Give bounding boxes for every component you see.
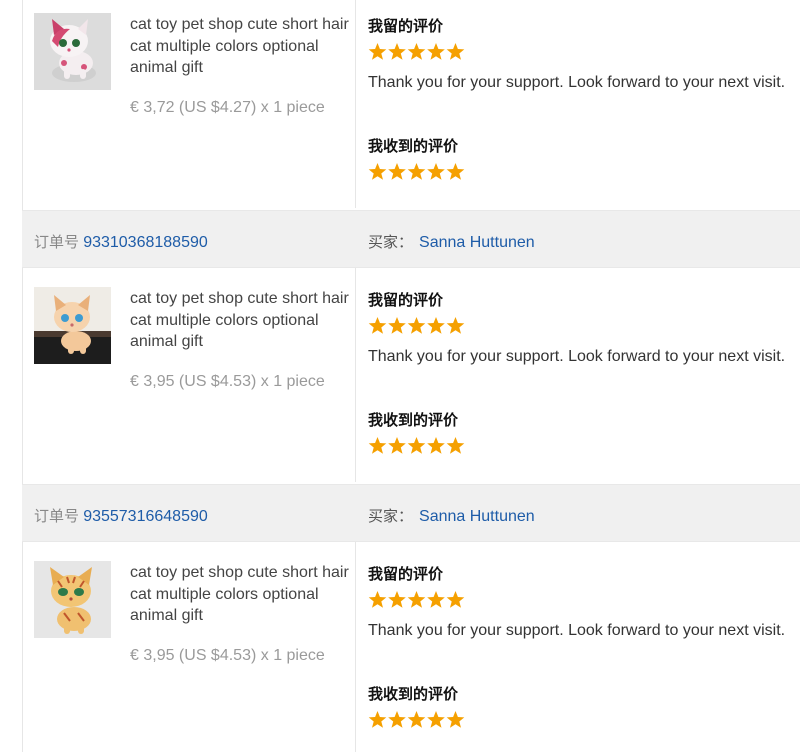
- left-review-stars: [368, 316, 466, 336]
- left-review-stars: [368, 590, 466, 610]
- star-icon: [368, 711, 387, 728]
- left-review-text: Thank you for your support. Look forward…: [368, 622, 786, 639]
- product-title-link[interactable]: cat toy pet shop cute short hair cat mul…: [130, 14, 350, 79]
- star-icon: [446, 163, 465, 180]
- star-icon: [427, 711, 445, 728]
- order-number-label: 订单号: [34, 234, 80, 251]
- star-icon: [427, 163, 445, 180]
- buyer-row: 买家： Sanna Huttunen: [368, 505, 535, 526]
- star-icon: [427, 43, 445, 60]
- left-review-stars: [368, 42, 466, 62]
- pink-white-cat-toy-icon: [34, 13, 111, 90]
- star-icon: [446, 711, 465, 728]
- order-review-list: cat toy pet shop cute short hair cat mul…: [0, 0, 800, 752]
- buyer-row: 买家： Sanna Huttunen: [368, 231, 535, 252]
- star-icon: [388, 591, 406, 608]
- product-thumbnail[interactable]: [34, 287, 111, 364]
- star-icon: [407, 317, 426, 334]
- order-number-label: 订单号: [34, 508, 80, 525]
- star-icon: [446, 591, 465, 608]
- left-review-heading: 我留的评价: [368, 566, 444, 583]
- star-icon: [407, 591, 426, 608]
- star-icon: [368, 591, 387, 608]
- star-icon: [368, 43, 387, 60]
- product-price: € 3,95 (US $4.53) x 1 piece: [130, 647, 325, 664]
- buyer-label: 买家：: [368, 234, 414, 251]
- buyer-name-link[interactable]: Sanna Huttunen: [419, 234, 535, 251]
- order-header: 订单号 93310368188590 买家： Sanna Huttunen: [22, 210, 800, 268]
- star-icon: [446, 317, 465, 334]
- star-icon: [446, 43, 465, 60]
- product-title-link[interactable]: cat toy pet shop cute short hair cat mul…: [130, 562, 350, 627]
- star-icon: [407, 437, 426, 454]
- received-review-stars: [368, 436, 466, 456]
- star-icon: [427, 591, 445, 608]
- star-icon: [388, 317, 406, 334]
- buyer-name-link[interactable]: Sanna Huttunen: [419, 508, 535, 525]
- product-thumbnail[interactable]: [34, 561, 111, 638]
- product-title-link[interactable]: cat toy pet shop cute short hair cat mul…: [130, 288, 350, 353]
- left-review-text: Thank you for your support. Look forward…: [368, 348, 786, 365]
- orange-cat-toy-icon: [34, 287, 111, 364]
- column-divider: [355, 268, 356, 482]
- star-icon: [427, 437, 445, 454]
- star-icon: [368, 437, 387, 454]
- left-review-heading: 我留的评价: [368, 18, 444, 35]
- order-number-link[interactable]: 93557316648590: [83, 508, 208, 525]
- star-icon: [427, 317, 445, 334]
- star-icon: [407, 163, 426, 180]
- order-number-row: 订单号 93557316648590: [34, 505, 208, 526]
- received-review-heading: 我收到的评价: [368, 138, 459, 155]
- column-divider: [355, 0, 356, 208]
- star-icon: [388, 163, 406, 180]
- product-thumbnail[interactable]: [34, 13, 111, 90]
- star-icon: [407, 43, 426, 60]
- tabby-cat-toy-icon: [34, 561, 111, 638]
- received-review-heading: 我收到的评价: [368, 412, 459, 429]
- star-icon: [388, 437, 406, 454]
- star-icon: [388, 43, 406, 60]
- list-left-border: [22, 0, 23, 752]
- order-header: 订单号 93557316648590 买家： Sanna Huttunen: [22, 484, 800, 542]
- order-number-row: 订单号 93310368188590: [34, 231, 208, 252]
- product-price: € 3,72 (US $4.27) x 1 piece: [130, 99, 325, 116]
- column-divider: [355, 542, 356, 752]
- star-icon: [407, 711, 426, 728]
- left-review-heading: 我留的评价: [368, 292, 444, 309]
- left-review-text: Thank you for your support. Look forward…: [368, 74, 786, 91]
- received-review-heading: 我收到的评价: [368, 686, 459, 703]
- order-number-link[interactable]: 93310368188590: [83, 234, 208, 251]
- buyer-label: 买家：: [368, 508, 414, 525]
- received-review-stars: [368, 710, 466, 730]
- star-icon: [388, 711, 406, 728]
- star-icon: [368, 163, 387, 180]
- received-review-stars: [368, 162, 466, 182]
- star-icon: [368, 317, 387, 334]
- star-icon: [446, 437, 465, 454]
- product-price: € 3,95 (US $4.53) x 1 piece: [130, 373, 325, 390]
